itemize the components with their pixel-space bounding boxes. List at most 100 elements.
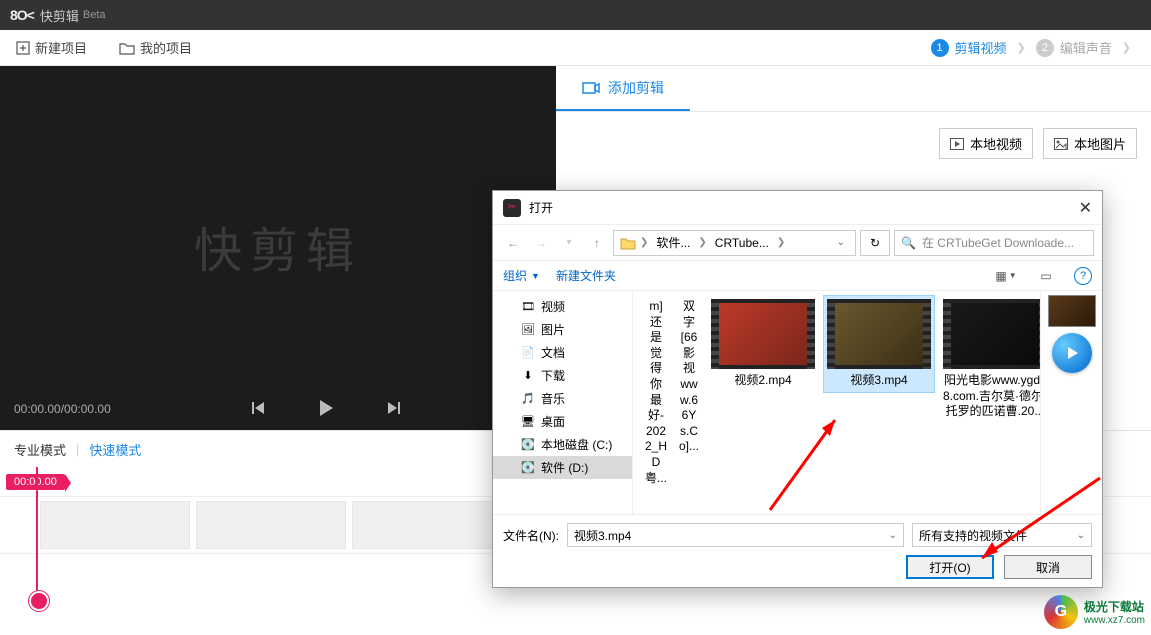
sidebar-item-label: 音乐 [541,390,565,407]
crumb-seg[interactable]: 软件... [652,234,694,251]
nav-forward-button[interactable]: → [529,231,553,255]
new-project-button[interactable]: 新建项目 [10,35,93,60]
clip-slot[interactable] [352,501,502,549]
play-button[interactable] [316,398,336,421]
open-button[interactable]: 打开(O) [906,555,994,579]
breadcrumb-bar[interactable]: ❯ 软件... ❯ CRTube... ❯ ⌄ [613,230,856,256]
disk-icon: 💽 [521,461,535,475]
crumb-dropdown[interactable]: ⌄ [833,237,849,248]
playhead[interactable] [36,467,38,603]
image-file-icon [1054,138,1068,150]
sidebar-item[interactable]: ⬇下载 [493,364,632,387]
sidebar-item[interactable]: 🖼 图片 [493,318,632,341]
file-open-dialog: ✂ 打开 ✕ ← → ▾ ↑ ❯ 软件... ❯ CRTube... ❯ ⌄ ↻… [492,190,1103,588]
image-icon: 🖼 [521,323,535,337]
sidebar-item[interactable]: 💽 软件 (D:) [493,456,632,479]
local-video-button[interactable]: 本地视频 [939,128,1033,159]
my-projects-label: 我的项目 [140,38,192,57]
folder-icon [620,236,636,250]
filename-label: 文件名(N): [503,527,559,544]
nav-recent-button[interactable]: ▾ [557,231,581,255]
file-thumbnail [711,299,815,369]
dialog-sidebar: 🎞 视频 🖼 图片 📄文档⬇下载 🎵 音乐 🖥桌面💽本地磁盘 (C:) 💽 软件 (D:) [493,291,633,514]
new-folder-button[interactable]: 新建文件夹 [556,267,616,284]
step-arrow-icon: ❯ [1017,41,1026,54]
file-type-filter[interactable]: 所有支持的视频文件 ⌄ [912,523,1092,547]
local-image-button[interactable]: 本地图片 [1043,128,1137,159]
site-logo-icon: G [1044,595,1078,629]
chevron-down-icon[interactable]: ⌄ [889,530,897,541]
sidebar-item[interactable]: 📄文档 [493,341,632,364]
time-display: 00:00.00/00:00.00 [14,402,111,416]
sidebar-item-label: 视频 [541,298,565,315]
site-watermark: G 极光下载站 www.xz7.com [1044,595,1145,629]
step-1-label: 剪辑视频 [955,38,1007,57]
sidebar-item-label: 文档 [541,344,565,361]
dialog-nav: ← → ▾ ↑ ❯ 软件... ❯ CRTube... ❯ ⌄ ↻ 🔍 在 CR… [493,225,1102,261]
local-video-label: 本地视频 [970,134,1022,153]
mode-sep: | [76,442,79,457]
sidebar-item[interactable]: 🖥桌面 [493,410,632,433]
title-bar: 8O< 快剪辑 Beta [0,0,1151,30]
step-1-number: 1 [931,39,949,57]
sidebar-item-label: 软件 (D:) [541,459,588,476]
view-mode-button[interactable]: ▦▼ [994,265,1018,287]
organize-button[interactable]: 组织▼ [503,267,540,284]
search-input[interactable]: 🔍 在 CRTubeGet Downloade... [894,230,1094,256]
preview-watermark: 快剪辑 [194,211,362,281]
next-button[interactable] [386,400,402,419]
video-icon: 🎞 [521,300,535,314]
file-item[interactable]: 双字[66影视www.66Ys.Co]... [675,295,703,459]
tab-add-clip-label: 添加剪辑 [608,78,664,98]
step-1[interactable]: 1 剪辑视频 [931,38,1007,57]
crumb-seg[interactable]: CRTube... [711,236,773,250]
nav-back-button[interactable]: ← [501,231,525,255]
file-item[interactable]: 阳光电影www.ygdy8.com.吉尔莫·德尔·托罗的匹诺曹.20... [939,295,1040,424]
prev-button[interactable] [250,400,266,419]
sidebar-item[interactable]: 🎵 音乐 [493,387,632,410]
filename-input[interactable]: 视频3.mp4 ⌄ [567,523,904,547]
dialog-body: 🎞 视频 🖼 图片 📄文档⬇下载 🎵 音乐 🖥桌面💽本地磁盘 (C:) 💽 软件 (D:) m]还… [493,291,1102,514]
step-2-number: 2 [1036,39,1054,57]
preview-pane-button[interactable]: ▭ [1034,265,1058,287]
cancel-button[interactable]: 取消 [1004,555,1092,579]
sidebar-item[interactable]: 🎞 视频 [493,295,632,318]
file-name: 视频3.mp4 [827,373,931,389]
app-tag: Beta [83,9,106,21]
preview-play-button[interactable] [1052,333,1092,373]
file-name: 双字[66影视www.66Ys.Co]... [679,299,699,455]
mode-pro[interactable]: 专业模式 [14,440,66,459]
file-item[interactable]: 视频3.mp4 [823,295,935,393]
site-name: 极光下载站 [1084,600,1144,614]
file-list: m]还是觉得你最好-2022_HD粤... 双字[66影视www.66Ys.Co]… [633,291,1040,514]
preview-column [1040,291,1102,514]
refresh-button[interactable]: ↻ [860,230,890,256]
sidebar-item-label: 本地磁盘 (C:) [541,436,612,453]
close-button[interactable]: ✕ [1079,198,1092,218]
preview-thumbnail [1048,295,1096,327]
local-image-label: 本地图片 [1074,134,1126,153]
folder-icon [119,41,135,55]
nav-up-button[interactable]: ↑ [585,231,609,255]
file-item[interactable]: 视频2.mp4 [707,295,819,393]
step-arrow-icon: ❯ [1122,41,1131,54]
sidebar-item-label: 图片 [541,321,565,338]
preview-panel: 快剪辑 00:00.00/00:00.00 [0,66,556,430]
music-icon: 🎵 [521,392,535,406]
file-item[interactable]: m]还是觉得你最好-2022_HD粤... [641,295,671,490]
sidebar-item[interactable]: 💽本地磁盘 (C:) [493,433,632,456]
filter-label: 所有支持的视频文件 [919,527,1027,544]
clip-slot[interactable] [40,501,190,549]
site-url: www.xz7.com [1084,615,1145,626]
app-name: 快剪辑 [40,6,79,25]
crumb-sep: ❯ [640,237,648,248]
help-button[interactable]: ? [1074,267,1092,285]
mode-fast[interactable]: 快速模式 [89,440,141,459]
search-placeholder: 在 CRTubeGet Downloade... [922,234,1074,251]
my-projects-button[interactable]: 我的项目 [113,35,198,60]
crumb-sep: ❯ [698,237,706,248]
step-2[interactable]: 2 编辑声音 [1036,38,1112,57]
clip-slot[interactable] [196,501,346,549]
chevron-down-icon[interactable]: ⌄ [1077,530,1085,541]
tab-add-clip[interactable]: 添加剪辑 [556,66,690,111]
